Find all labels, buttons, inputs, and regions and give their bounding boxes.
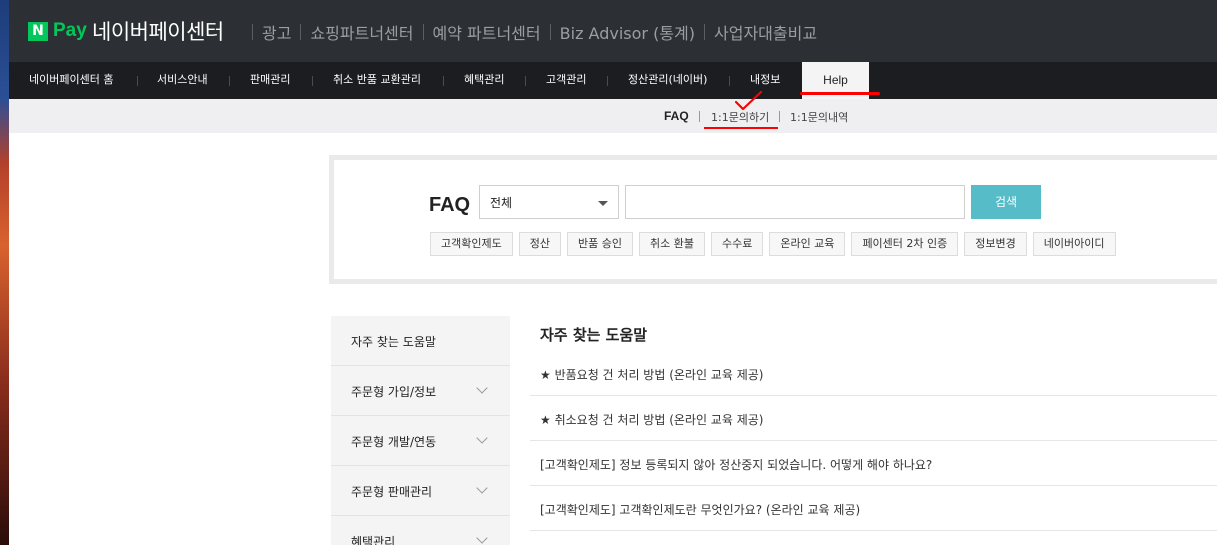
help-subnav: FAQ 1:1문의하기 1:1문의내역 — [9, 99, 1217, 133]
nav-item-service-guide[interactable]: 서비스안내 — [157, 62, 208, 99]
annotation-red-underline — [800, 92, 880, 95]
divider — [729, 76, 730, 86]
brand-links: 광고 쇼핑파트너센터 예약 파트너센터 Biz Advisor (통계) 사업자… — [243, 20, 817, 44]
list-item[interactable]: ★ 취소요청 건 처리 방법 (온라인 교육 제공) — [530, 396, 1217, 441]
faq-label: FAQ — [429, 194, 471, 216]
brand-bar: N Pay 네이버페이센터 광고 쇼핑파트너센터 예약 파트너센터 Biz Ad… — [9, 0, 1217, 62]
divider — [549, 24, 551, 40]
sidebar-item-sales-management[interactable]: 주문형 판매관리 — [331, 466, 510, 516]
nav-item-customers[interactable]: 고객관리 — [546, 62, 586, 99]
divider — [779, 111, 780, 122]
brand-link-shopping-partner[interactable]: 쇼핑파트너센터 — [310, 20, 413, 44]
chip-return-approval[interactable]: 반품 승인 — [566, 232, 633, 256]
divider — [443, 76, 444, 86]
divider — [525, 76, 526, 86]
divider — [699, 111, 700, 122]
divider — [229, 76, 230, 86]
chevron-down-icon — [476, 432, 488, 444]
main-nav: 네이버페이센터 홈 서비스안내 판매관리 취소 반품 교환관리 혜택관리 고객관… — [9, 62, 1217, 99]
annotation-checkmark-icon — [734, 90, 763, 111]
divider — [137, 76, 138, 86]
desktop-background-strip — [0, 0, 9, 545]
divider — [252, 24, 253, 40]
list-item[interactable]: ★ 반품요청 건 처리 방법 (온라인 교육 제공) — [530, 351, 1217, 396]
pay-logo[interactable]: Pay — [53, 20, 87, 42]
chip-online-education[interactable]: 온라인 교육 — [769, 232, 846, 256]
chip-cancel-refund[interactable]: 취소 환불 — [638, 232, 705, 256]
chevron-down-icon — [598, 201, 608, 206]
chevron-down-icon — [476, 532, 488, 544]
sidebar-item-label: 자주 찾는 도움말 — [351, 335, 436, 349]
sidebar-item-label: 주문형 개발/연동 — [351, 435, 437, 449]
list-item[interactable]: [고객확인제도] 고객확인제도란 무엇인가요? (온라인 교육 제공) — [530, 486, 1217, 531]
faq-category-value: 전체 — [490, 196, 513, 210]
chip-info-change[interactable]: 정보변경 — [964, 232, 1027, 256]
faq-question: ★ 반품요청 건 처리 방법 (온라인 교육 제공) — [540, 368, 764, 382]
chip-pay-center-2fa[interactable]: 페이센터 2차 인증 — [851, 232, 959, 256]
divider — [300, 24, 302, 40]
nav-item-sales[interactable]: 판매관리 — [250, 62, 290, 99]
chip-settlement[interactable]: 정산 — [518, 232, 561, 256]
divider — [607, 76, 608, 86]
nav-item-home[interactable]: 네이버페이센터 홈 — [29, 62, 113, 99]
sidebar-item-label: 주문형 판매관리 — [351, 485, 433, 499]
faq-category-sidebar: 자주 찾는 도움말 주문형 가입/정보 주문형 개발/연동 주문형 판매관리 혜… — [331, 316, 510, 545]
sidebar-item-label: 주문형 가입/정보 — [351, 385, 437, 399]
faq-category-select[interactable]: 전체 — [479, 185, 619, 219]
brand-link-biz-advisor[interactable]: Biz Advisor (통계) — [560, 20, 695, 44]
faq-question: [고객확인제도] 정보 등록되지 않아 정산중지 되었습니다. 어떻게 해야 하… — [540, 458, 933, 472]
sidebar-item-label: 혜택관리 — [351, 535, 396, 545]
center-title[interactable]: 네이버페이센터 — [92, 16, 224, 46]
chevron-down-icon — [476, 482, 488, 494]
faq-search-button[interactable]: 검색 — [971, 185, 1041, 219]
sidebar-item-signup-info[interactable]: 주문형 가입/정보 — [331, 366, 510, 416]
divider — [312, 76, 313, 86]
nav-item-benefits[interactable]: 혜택관리 — [464, 62, 504, 99]
faq-keyword-chips: 고객확인제도 정산 반품 승인 취소 환불 수수료 온라인 교육 페이센터 2차… — [430, 232, 1116, 256]
divider — [422, 24, 424, 40]
subnav-history[interactable]: 1:1문의내역 — [790, 109, 848, 125]
brand-link-ads[interactable]: 광고 — [262, 20, 291, 44]
nav-item-cancel-return[interactable]: 취소 반품 교환관리 — [333, 62, 421, 99]
list-item[interactable]: [고객확인제도] 정보 등록되지 않아 정산중지 되었습니다. 어떻게 해야 하… — [530, 441, 1217, 486]
sidebar-item-benefits[interactable]: 혜택관리 — [331, 516, 510, 545]
faq-search-panel: FAQ 전체 검색 고객확인제도 정산 반품 승인 취소 환불 수수료 온라인 … — [329, 155, 1217, 284]
chip-naver-id[interactable]: 네이버아이디 — [1032, 232, 1116, 256]
chip-fees[interactable]: 수수료 — [710, 232, 764, 256]
naver-n-logo-icon[interactable]: N — [28, 22, 48, 41]
sidebar-item-dev-integration[interactable]: 주문형 개발/연동 — [331, 416, 510, 466]
chevron-down-icon — [476, 382, 488, 394]
faq-search-input[interactable] — [625, 185, 965, 219]
brand-link-business-loan[interactable]: 사업자대출비교 — [714, 20, 817, 44]
chip-customer-verification[interactable]: 고객확인제도 — [430, 232, 513, 256]
nav-item-settlement[interactable]: 정산관리(네이버) — [628, 62, 707, 99]
faq-list-title: 자주 찾는 도움말 — [540, 326, 648, 344]
brand-link-reservation-partner[interactable]: 예약 파트너센터 — [433, 20, 541, 44]
subnav-faq[interactable]: FAQ — [664, 109, 689, 123]
faq-question: [고객확인제도] 고객확인제도란 무엇인가요? (온라인 교육 제공) — [540, 503, 861, 517]
faq-question: ★ 취소요청 건 처리 방법 (온라인 교육 제공) — [540, 413, 764, 427]
divider — [704, 24, 705, 40]
sidebar-item-frequent[interactable]: 자주 찾는 도움말 — [331, 316, 510, 366]
annotation-red-underline-inquiry — [704, 127, 778, 129]
